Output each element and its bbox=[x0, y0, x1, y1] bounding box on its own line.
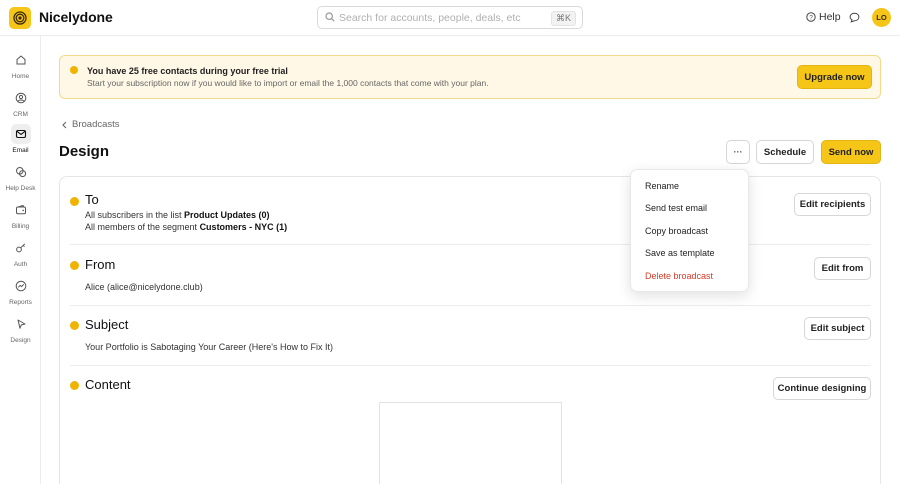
recipients-segment-value: Customers - NYC (1) bbox=[199, 222, 288, 232]
chevron-left-icon bbox=[62, 121, 67, 128]
recipients-list-prefix: All subscribers in the list bbox=[85, 210, 185, 220]
recipients-list-value: Product Updates (0) bbox=[184, 210, 270, 220]
from-value: Alice (alice@nicelydone.club) bbox=[85, 282, 203, 292]
check-icon bbox=[70, 381, 79, 390]
recipients-line-list: All subscribers in the list Product Upda… bbox=[85, 210, 270, 220]
search-shortcut-badge: ⌘K bbox=[550, 11, 576, 26]
sidebar-item-label: Help Desk bbox=[5, 185, 36, 192]
sidebar-item-help-desk[interactable]: Help Desk bbox=[0, 162, 41, 198]
sidebar-item-label: Billing bbox=[11, 223, 30, 230]
upgrade-now-button[interactable]: Upgrade now bbox=[797, 65, 872, 89]
check-icon bbox=[70, 197, 79, 206]
contacts-icon bbox=[11, 88, 31, 108]
check-icon bbox=[70, 321, 79, 330]
sidebar-item-reports[interactable]: Reports bbox=[0, 276, 41, 312]
help-icon: ? bbox=[806, 12, 816, 22]
wallet-icon bbox=[11, 200, 31, 220]
divider bbox=[70, 365, 871, 366]
edit-subject-button[interactable]: Edit subject bbox=[804, 317, 871, 340]
menu-item-delete-broadcast[interactable]: Delete broadcast bbox=[645, 271, 713, 281]
sidebar-item-label: Reports bbox=[9, 299, 32, 306]
page-title: Design bbox=[59, 143, 110, 160]
sidebar-item-label: Auth bbox=[13, 261, 28, 268]
pen-tool-icon bbox=[11, 314, 31, 334]
sidebar-item-design[interactable]: Design bbox=[0, 314, 41, 350]
trial-message: Start your subscription now if you would… bbox=[87, 78, 489, 88]
sidebar-item-label: CRM bbox=[13, 111, 28, 118]
sidebar-item-email[interactable]: Email bbox=[0, 124, 41, 160]
breadcrumb-label: Broadcasts bbox=[72, 119, 120, 130]
section-heading: To bbox=[85, 192, 99, 207]
menu-item-rename[interactable]: Rename bbox=[645, 181, 679, 191]
sidebar: Home CRM Email Help Desk Billing Auth Re… bbox=[0, 36, 41, 484]
sidebar-item-label: Design bbox=[10, 337, 31, 344]
help-label: Help bbox=[819, 11, 841, 23]
subject-value: Your Portfolio is Sabotaging Your Career… bbox=[85, 342, 334, 352]
search-placeholder: Search for accounts, people, deals, etc bbox=[339, 12, 521, 24]
sidebar-item-auth[interactable]: Auth bbox=[0, 238, 41, 274]
divider bbox=[70, 244, 871, 245]
app-logo-icon[interactable] bbox=[9, 7, 31, 29]
menu-item-send-test-email[interactable]: Send test email bbox=[645, 203, 707, 213]
svg-text:?: ? bbox=[809, 14, 813, 21]
broadcast-summary-card: To All subscribers in the list Product U… bbox=[59, 176, 881, 484]
recipients-line-segment: All members of the segment Customers - N… bbox=[85, 222, 287, 232]
search-icon bbox=[325, 12, 335, 22]
divider bbox=[70, 305, 871, 306]
app-name: Nicelydone bbox=[39, 9, 113, 25]
info-dot-icon bbox=[70, 66, 78, 74]
send-now-button[interactable]: Send now bbox=[821, 140, 881, 164]
section-heading: Content bbox=[85, 377, 131, 392]
mail-icon bbox=[10, 124, 31, 144]
email-preview-thumbnail[interactable] bbox=[379, 402, 562, 484]
avatar[interactable]: LO bbox=[872, 8, 891, 27]
sidebar-item-home[interactable]: Home bbox=[0, 50, 41, 86]
section-heading: Subject bbox=[85, 317, 129, 332]
edit-from-button[interactable]: Edit from bbox=[814, 257, 871, 280]
section-heading: From bbox=[85, 257, 116, 272]
more-options-menu: Rename Send test email Copy broadcast Sa… bbox=[630, 169, 749, 292]
help-button[interactable]: ? Help bbox=[806, 11, 841, 23]
schedule-button[interactable]: Schedule bbox=[756, 140, 814, 164]
menu-item-save-as-template[interactable]: Save as template bbox=[645, 248, 715, 258]
search-input[interactable]: Search for accounts, people, deals, etc … bbox=[317, 6, 583, 29]
sidebar-item-billing[interactable]: Billing bbox=[0, 200, 41, 236]
trial-title: You have 25 free contacts during your fr… bbox=[87, 66, 288, 76]
chat-bubbles-icon bbox=[11, 162, 31, 182]
top-bar: Nicelydone Search for accounts, people, … bbox=[0, 0, 900, 36]
sidebar-item-label: Home bbox=[11, 73, 30, 80]
sidebar-item-crm[interactable]: CRM bbox=[0, 88, 41, 124]
sidebar-item-label: Email bbox=[12, 147, 29, 154]
menu-item-copy-broadcast[interactable]: Copy broadcast bbox=[645, 226, 708, 236]
key-icon bbox=[11, 238, 31, 258]
breadcrumb[interactable]: Broadcasts bbox=[61, 119, 120, 130]
trial-banner: You have 25 free contacts during your fr… bbox=[59, 55, 881, 99]
home-icon bbox=[11, 50, 31, 70]
continue-designing-button[interactable]: Continue designing bbox=[773, 377, 871, 400]
recipients-segment-prefix: All members of the segment bbox=[85, 222, 200, 232]
chart-icon bbox=[11, 276, 31, 296]
edit-recipients-button[interactable]: Edit recipients bbox=[794, 193, 871, 216]
more-options-button[interactable]: ··· bbox=[726, 140, 750, 164]
notifications-chat-icon[interactable] bbox=[849, 12, 860, 23]
check-icon bbox=[70, 261, 79, 270]
